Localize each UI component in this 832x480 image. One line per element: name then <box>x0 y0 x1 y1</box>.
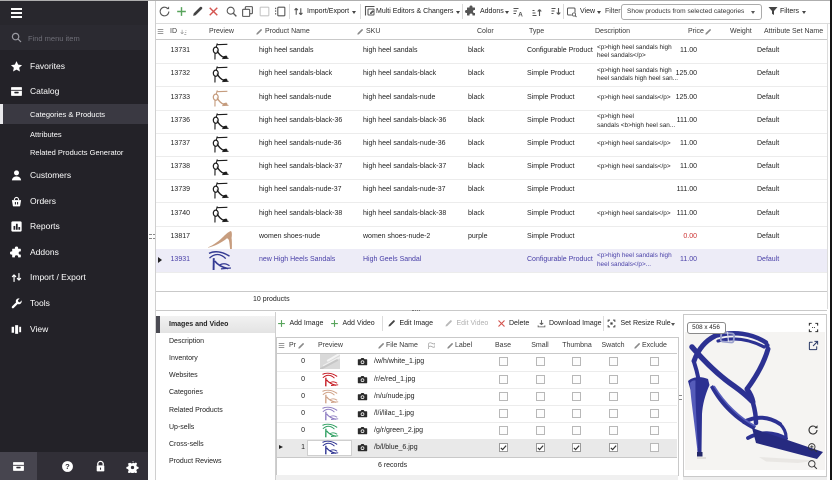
svg-text:?: ? <box>65 462 70 471</box>
svg-text:A: A <box>518 12 523 19</box>
